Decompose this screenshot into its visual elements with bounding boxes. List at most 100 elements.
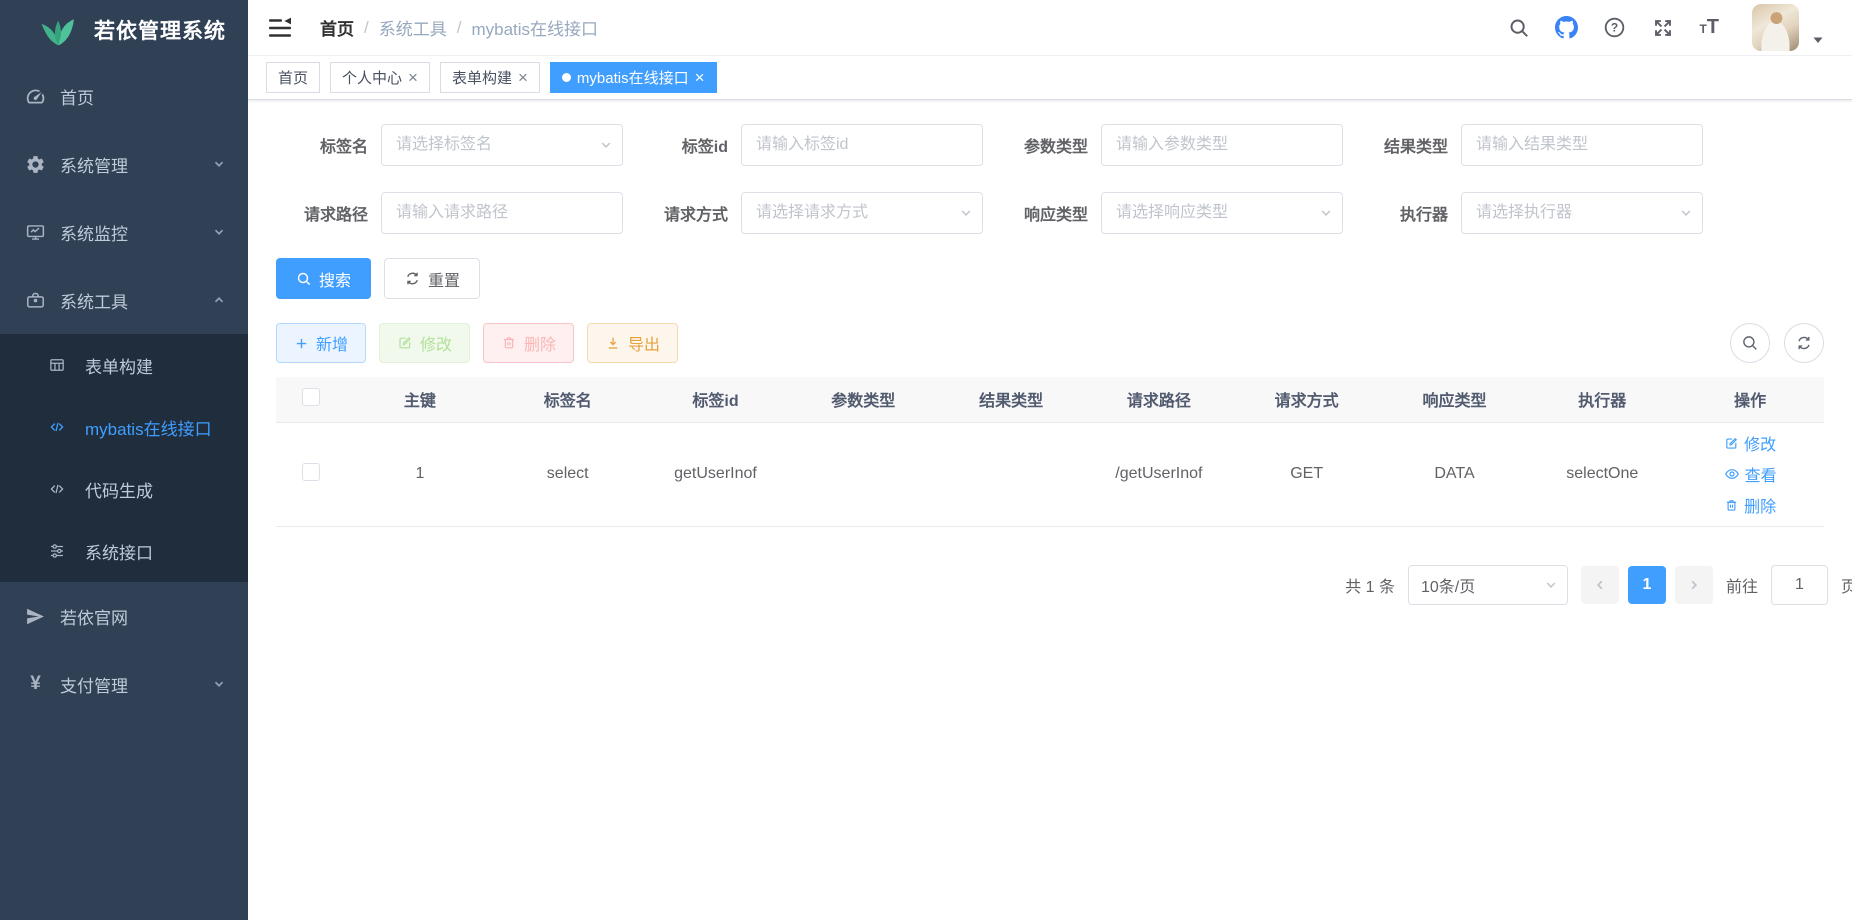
refresh-table-button[interactable] bbox=[1784, 323, 1824, 363]
field-label: 标签id bbox=[636, 133, 741, 157]
row-checkbox[interactable] bbox=[302, 463, 320, 481]
sidebar-toggle-icon[interactable] bbox=[268, 16, 292, 40]
tags-view-bar: 首页 个人中心 × 表单构建 × mybatis在线接口 × bbox=[248, 55, 1852, 100]
form-item-tag-name: 标签名 bbox=[276, 124, 636, 166]
github-icon[interactable] bbox=[1555, 16, 1578, 39]
sidebar-item-home[interactable]: 首页 bbox=[0, 62, 248, 130]
gear-icon bbox=[25, 154, 46, 175]
delete-button[interactable]: 删除 bbox=[483, 323, 574, 363]
reset-button-label: 重置 bbox=[428, 267, 460, 291]
select-all-checkbox[interactable] bbox=[302, 388, 320, 406]
row-edit-link[interactable]: 修改 bbox=[1724, 431, 1776, 455]
edit-button[interactable]: 修改 bbox=[379, 323, 470, 363]
col-header-path: 请求路径 bbox=[1085, 377, 1233, 422]
field-label: 参数类型 bbox=[996, 133, 1101, 157]
eye-icon bbox=[1724, 466, 1740, 482]
chevron-down-icon bbox=[212, 677, 226, 691]
tag-profile[interactable]: 个人中心 × bbox=[330, 62, 430, 93]
response-type-select[interactable] bbox=[1101, 192, 1343, 234]
breadcrumb-home[interactable]: 首页 bbox=[320, 15, 354, 40]
reset-button[interactable]: 重置 bbox=[384, 258, 480, 299]
active-dot bbox=[562, 73, 571, 82]
close-icon[interactable]: × bbox=[408, 69, 418, 86]
search-icon[interactable] bbox=[1507, 16, 1530, 39]
delete-button-label: 删除 bbox=[524, 331, 556, 355]
tag-id-input[interactable] bbox=[741, 124, 983, 166]
search-button-label: 搜索 bbox=[319, 267, 351, 291]
goto-label: 前往 bbox=[1726, 573, 1758, 597]
table-tools bbox=[1730, 323, 1824, 363]
page-size-select[interactable] bbox=[1408, 565, 1568, 605]
tag-home[interactable]: 首页 bbox=[266, 62, 320, 93]
request-path-input[interactable] bbox=[381, 192, 623, 234]
toggle-search-button[interactable] bbox=[1730, 323, 1770, 363]
help-icon[interactable]: ? bbox=[1603, 16, 1626, 39]
next-page-button[interactable] bbox=[1675, 566, 1713, 604]
form-item-request-method: 请求方式 bbox=[636, 192, 996, 234]
result-type-input[interactable] bbox=[1461, 124, 1703, 166]
executor-select[interactable] bbox=[1461, 192, 1703, 234]
cell-operations: 修改 查看 删除 bbox=[1676, 422, 1824, 526]
font-size-icon[interactable]: TT bbox=[1699, 16, 1719, 39]
breadcrumb-separator: / bbox=[364, 18, 369, 38]
avatar[interactable] bbox=[1752, 4, 1799, 51]
col-header-operations: 操作 bbox=[1676, 377, 1824, 422]
row-delete-link[interactable]: 删除 bbox=[1724, 493, 1776, 517]
sidebar-item-official-site[interactable]: 若依官网 bbox=[0, 582, 248, 650]
row-view-link[interactable]: 查看 bbox=[1724, 462, 1777, 486]
close-icon[interactable]: × bbox=[518, 69, 528, 86]
export-button[interactable]: 导出 bbox=[587, 323, 678, 363]
user-menu[interactable] bbox=[1752, 4, 1824, 51]
form-item-executor: 执行器 bbox=[1356, 192, 1716, 234]
sidebar-item-system-api[interactable]: 系统接口 bbox=[0, 520, 248, 582]
sidebar-item-system-tools[interactable]: 系统工具 bbox=[0, 266, 248, 334]
form-item-tag-id: 标签id bbox=[636, 124, 996, 166]
search-icon bbox=[296, 271, 312, 287]
refresh-icon bbox=[1795, 334, 1813, 352]
pagination: 共 1 条 1 前往 页 bbox=[276, 565, 1852, 605]
fullscreen-icon[interactable] bbox=[1651, 16, 1674, 39]
sliders-icon bbox=[48, 542, 66, 560]
page-number-1[interactable]: 1 bbox=[1628, 566, 1666, 604]
sidebar-item-label: 若依官网 bbox=[60, 604, 128, 629]
row-view-label: 查看 bbox=[1745, 462, 1777, 486]
page-size-value[interactable] bbox=[1408, 565, 1568, 605]
prev-page-button[interactable] bbox=[1581, 566, 1619, 604]
tag-label: mybatis在线接口 bbox=[577, 67, 689, 88]
download-icon bbox=[605, 335, 621, 351]
monitor-icon bbox=[25, 222, 46, 243]
sidebar-item-payment[interactable]: ¥ 支付管理 bbox=[0, 650, 248, 718]
tag-mybatis-api[interactable]: mybatis在线接口 × bbox=[550, 62, 717, 93]
trash-icon bbox=[501, 335, 517, 351]
sidebar-item-code-generator[interactable]: 代码生成 bbox=[0, 458, 248, 520]
param-type-input[interactable] bbox=[1101, 124, 1343, 166]
row-edit-label: 修改 bbox=[1744, 431, 1776, 455]
app-logo[interactable]: 若依管理系统 bbox=[0, 0, 248, 59]
field-label: 执行器 bbox=[1356, 201, 1461, 225]
add-button[interactable]: 新增 bbox=[276, 323, 366, 363]
close-icon[interactable]: × bbox=[695, 69, 705, 86]
request-method-select[interactable] bbox=[741, 192, 983, 234]
field-label: 请求方式 bbox=[636, 201, 741, 225]
col-header-resp-type: 响应类型 bbox=[1381, 377, 1529, 422]
table-row[interactable]: 1 select getUserInof /getUserInof GET DA… bbox=[276, 422, 1824, 526]
plus-icon bbox=[294, 336, 309, 351]
page-content: 标签名 标签id 参数类型 结果类型 bbox=[248, 100, 1852, 920]
cell-path: /getUserInof bbox=[1085, 422, 1233, 526]
tag-form-builder[interactable]: 表单构建 × bbox=[440, 62, 540, 93]
sidebar-item-form-builder[interactable]: 表单构建 bbox=[0, 334, 248, 396]
sidebar-item-label: 系统工具 bbox=[60, 288, 128, 313]
chevron-right-icon bbox=[1687, 578, 1701, 592]
search-button[interactable]: 搜索 bbox=[276, 258, 371, 299]
table-header-row: 主键 标签名 标签id 参数类型 结果类型 请求路径 请求方式 响应类型 执行器… bbox=[276, 377, 1824, 422]
row-select-cell bbox=[276, 422, 346, 526]
sidebar-item-mybatis-api[interactable]: mybatis在线接口 bbox=[0, 396, 248, 458]
sidebar-item-system-management[interactable]: 系统管理 bbox=[0, 130, 248, 198]
field-label: 标签名 bbox=[276, 133, 381, 157]
sidebar-item-system-monitor[interactable]: 系统监控 bbox=[0, 198, 248, 266]
goto-page-input[interactable] bbox=[1771, 565, 1828, 605]
svg-text:?: ? bbox=[1611, 21, 1618, 35]
tag-name-select[interactable] bbox=[381, 124, 623, 166]
col-header-param-type: 参数类型 bbox=[789, 377, 937, 422]
form-item-request-path: 请求路径 bbox=[276, 192, 636, 234]
